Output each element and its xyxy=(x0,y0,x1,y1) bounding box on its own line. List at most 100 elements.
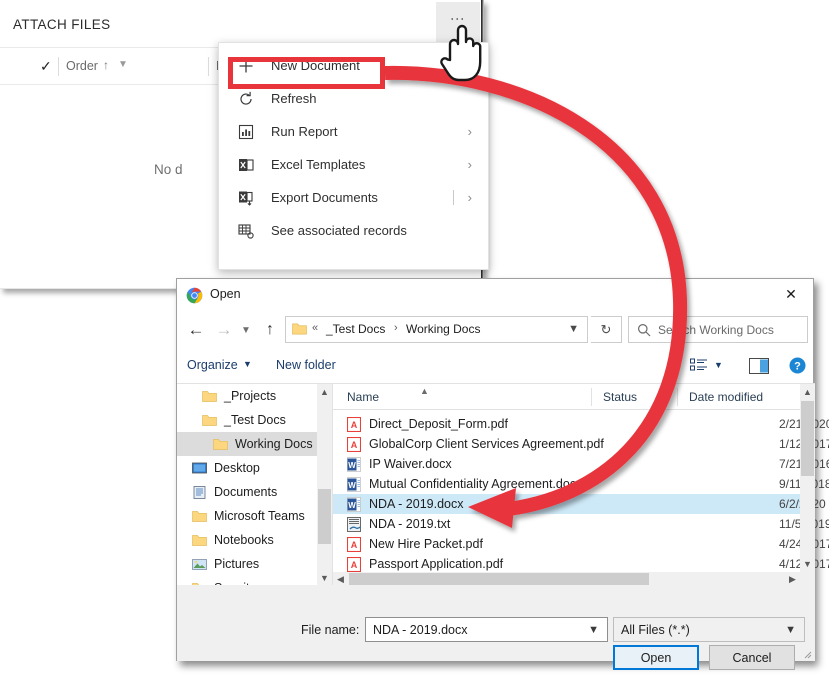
menu-item-run-report[interactable]: Run Report › xyxy=(219,115,488,148)
chevron-right-icon[interactable]: ▶ xyxy=(785,572,800,586)
svg-text:A: A xyxy=(351,420,358,430)
chevron-down-icon[interactable]: ▼ xyxy=(800,556,815,572)
breadcrumb-overflow-icon[interactable]: « xyxy=(312,322,318,334)
search-input[interactable]: Search Working Docs xyxy=(628,316,808,343)
dialog-command-bar: Organize ▼ New folder ▼ ? xyxy=(177,351,813,383)
table-row[interactable]: W NDA - 2019.docx 6/2/2020 12:44 AM xyxy=(333,494,829,514)
dialog-body: _Projects _Test Docs Working Docs Deskto… xyxy=(177,383,829,586)
scrollbar-thumb[interactable] xyxy=(318,489,331,544)
table-row[interactable]: A Direct_Deposit_Form.pdf 2/21/2020 8:24… xyxy=(333,414,829,434)
chevron-right-icon: › xyxy=(467,157,472,172)
table-row[interactable]: A GlobalCorp Client Services Agreement.p… xyxy=(333,434,829,454)
column-divider[interactable] xyxy=(677,388,678,406)
table-row[interactable]: A Passport Application.pdf 4/12/2017 6:0… xyxy=(333,554,829,574)
chevron-down-icon[interactable]: ▼ xyxy=(237,317,255,343)
excel-icon xyxy=(235,154,257,176)
table-row[interactable]: A New Hire Packet.pdf 4/24/2017 2:21 PM xyxy=(333,534,829,554)
tree-vertical-scrollbar[interactable]: ▲ ▼ xyxy=(317,384,332,586)
arrow-right-icon[interactable]: → xyxy=(211,317,237,343)
tree-item-label: Working Docs xyxy=(235,437,313,451)
column-header-name[interactable]: Name xyxy=(347,390,379,404)
view-list-icon[interactable] xyxy=(690,358,708,374)
word-icon: W xyxy=(347,476,361,492)
checkmark-icon[interactable]: ✓ xyxy=(40,58,52,75)
pictures-icon xyxy=(191,557,207,571)
chevron-left-icon[interactable]: ◀ xyxy=(333,572,348,586)
column-header-date-modified[interactable]: Date modified xyxy=(689,390,763,404)
chevron-down-icon[interactable]: ▼ xyxy=(568,323,579,335)
close-icon[interactable]: ✕ xyxy=(769,279,813,309)
tree-item-working-docs[interactable]: Working Docs xyxy=(177,432,332,456)
file-name: New Hire Packet.pdf xyxy=(369,537,483,551)
tree-item-label: _Test Docs xyxy=(224,413,286,427)
svg-text:A: A xyxy=(351,540,358,550)
resize-grip[interactable] xyxy=(802,649,812,659)
svg-text:A: A xyxy=(351,560,358,570)
chevron-up-icon[interactable]: ▲ xyxy=(800,384,815,400)
chevron-up-icon[interactable]: ▲ xyxy=(317,384,332,400)
chevron-down-icon[interactable]: ▼ xyxy=(785,624,796,636)
menu-item-see-associated-records[interactable]: See associated records xyxy=(219,214,488,247)
scrollbar-thumb[interactable] xyxy=(801,401,814,476)
open-button[interactable]: Open xyxy=(613,645,699,670)
filename-label: File name: xyxy=(301,623,360,637)
word-icon: W xyxy=(347,496,361,512)
hand-pointer-cursor xyxy=(440,24,482,82)
pdf-icon: A xyxy=(346,436,362,452)
scrollbar-thumb[interactable] xyxy=(349,573,649,585)
menu-item-excel-templates[interactable]: Excel Templates › xyxy=(219,148,488,181)
chevron-down-icon[interactable]: ▼ xyxy=(588,624,599,636)
arrow-left-icon[interactable]: ← xyxy=(183,317,209,343)
menu-item-label: Export Documents xyxy=(271,190,378,205)
folder-icon xyxy=(201,389,217,403)
help-icon[interactable]: ? xyxy=(789,357,806,374)
column-divider[interactable] xyxy=(591,388,592,406)
tree-item-pictures[interactable]: Pictures xyxy=(177,552,332,576)
menu-item-export-documents[interactable]: Export Documents › xyxy=(219,181,488,214)
filter-value: All Files (*.*) xyxy=(621,623,690,637)
column-header-order[interactable]: Order xyxy=(66,59,98,73)
column-header-status[interactable]: Status xyxy=(603,390,637,404)
chevron-down-icon[interactable]: ▼ xyxy=(118,59,128,70)
tree-item-projects[interactable]: _Projects xyxy=(177,384,332,408)
highlight-box-new-document xyxy=(228,57,385,89)
chevron-down-icon[interactable]: ▼ xyxy=(317,570,332,586)
associated-records-icon xyxy=(235,220,257,242)
breadcrumb-item-working-docs[interactable]: Working Docs xyxy=(406,322,480,336)
file-type-filter-select[interactable]: All Files (*.*) ▼ xyxy=(613,617,805,642)
table-row[interactable]: W IP Waiver.docx 7/21/2016 5:34 AM xyxy=(333,454,829,474)
file-name: NDA - 2019.docx xyxy=(369,497,464,511)
new-folder-button[interactable]: New folder xyxy=(276,358,336,372)
folder-icon xyxy=(212,437,228,451)
table-row[interactable]: NDA - 2019.txt 11/5/2019 10:20 PM xyxy=(333,514,829,534)
tree-item-label: Documents xyxy=(214,485,278,499)
folder-icon xyxy=(201,413,217,427)
cancel-button[interactable]: Cancel xyxy=(709,645,795,670)
tree-item-label: _Projects xyxy=(224,389,277,403)
address-bar[interactable]: « _Test Docs › Working Docs ▼ xyxy=(285,316,588,343)
text-file-icon xyxy=(347,516,361,532)
svg-text:W: W xyxy=(348,461,356,470)
filename-input[interactable]: NDA - 2019.docx ▼ xyxy=(365,617,608,642)
preview-pane-icon[interactable] xyxy=(749,358,769,374)
caret-down-icon[interactable]: ▼ xyxy=(714,360,723,370)
screenshot-root: ATTACH FILES ✓ Order ↑ ▼ Fil No d ⋮ New … xyxy=(0,0,829,684)
organize-button[interactable]: Organize xyxy=(187,358,238,372)
tree-item-test-docs[interactable]: _Test Docs xyxy=(177,408,332,432)
table-row[interactable]: W Mutual Confidentiality Agreement.docx … xyxy=(333,474,829,494)
navigation-tree: _Projects _Test Docs Working Docs Deskto… xyxy=(177,384,332,586)
refresh-icon[interactable]: ↻ xyxy=(591,316,622,343)
file-list-horizontal-scrollbar[interactable]: ◀ ▶ xyxy=(333,572,815,586)
arrow-up-icon[interactable]: ↑ xyxy=(257,317,283,343)
tree-item-documents[interactable]: Documents xyxy=(177,480,332,504)
breadcrumb-item-test-docs[interactable]: _Test Docs xyxy=(326,322,385,336)
page-title: ATTACH FILES xyxy=(13,17,111,32)
dialog-titlebar: Open ✕ xyxy=(177,279,813,311)
caret-down-icon[interactable]: ▼ xyxy=(243,359,252,369)
pdf-icon: A xyxy=(346,536,362,552)
file-list-vertical-scrollbar[interactable]: ▲ ▼ xyxy=(800,384,815,572)
tree-item-desktop[interactable]: Desktop xyxy=(177,456,332,480)
tree-item-microsoft-teams[interactable]: Microsoft Teams xyxy=(177,504,332,528)
tree-item-notebooks[interactable]: Notebooks xyxy=(177,528,332,552)
file-name: GlobalCorp Client Services Agreement.pdf xyxy=(369,437,604,451)
